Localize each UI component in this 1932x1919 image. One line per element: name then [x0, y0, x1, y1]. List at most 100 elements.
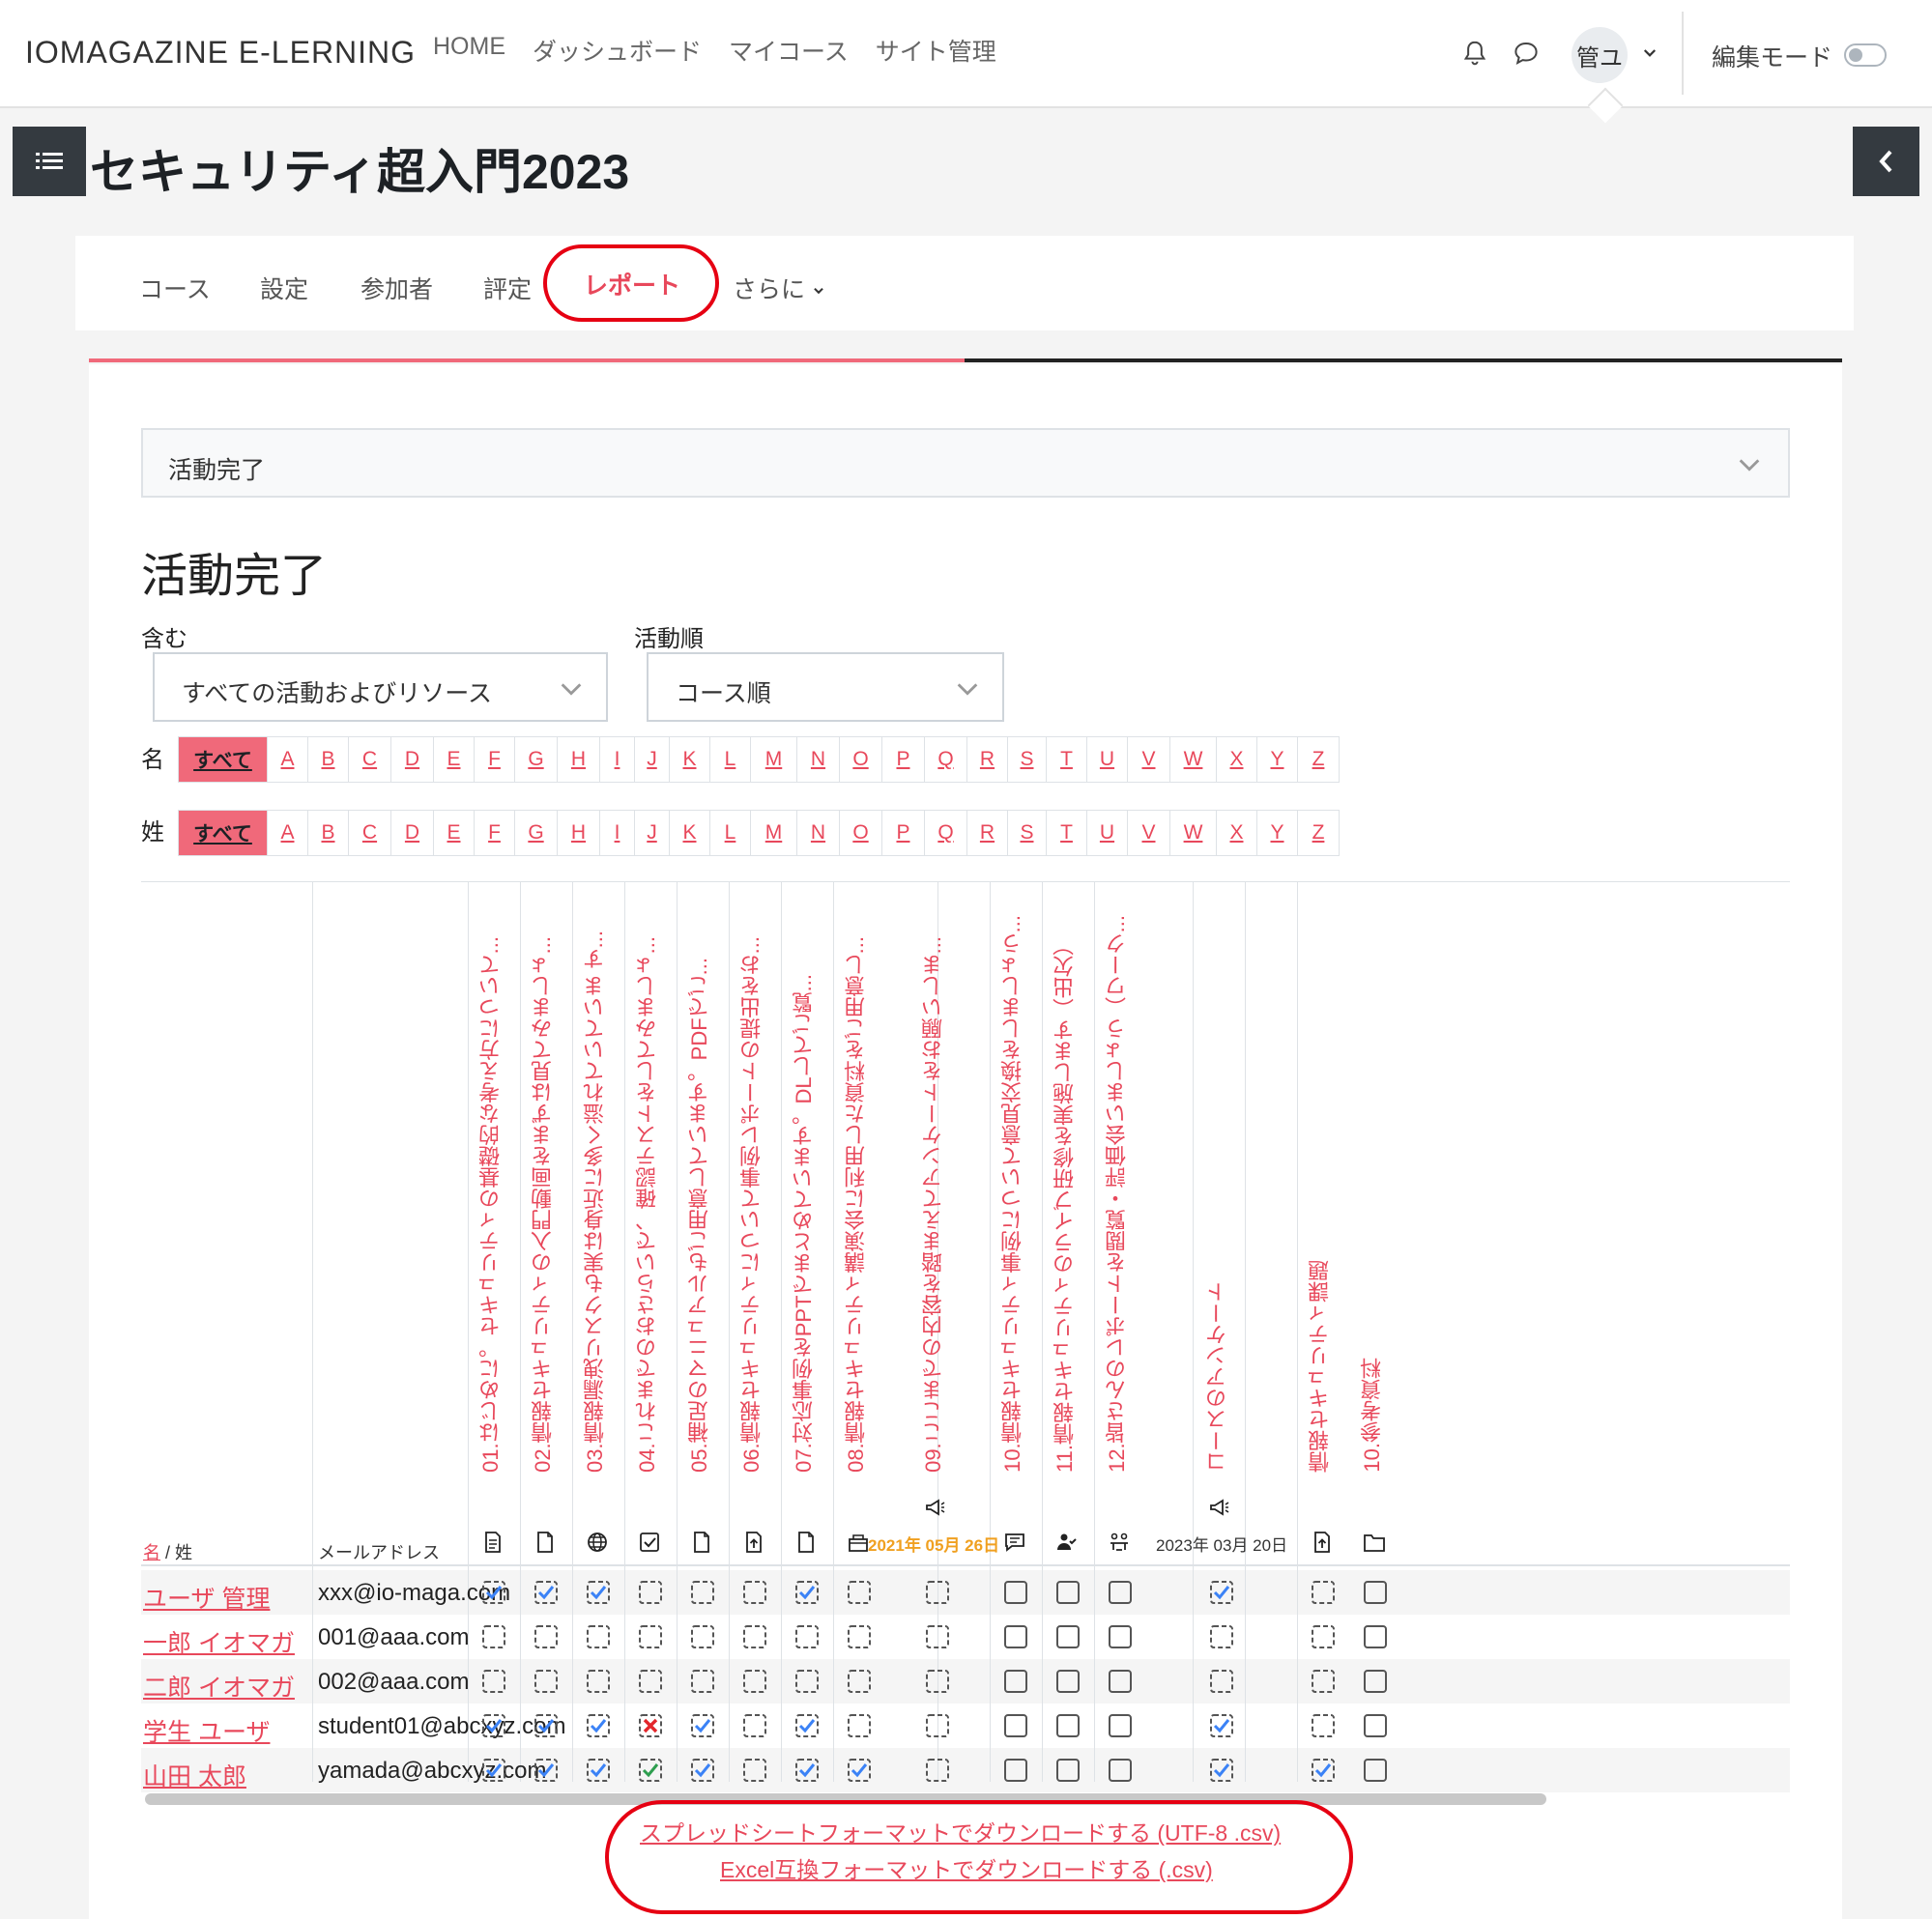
user-avatar[interactable]: 管ユ	[1572, 27, 1628, 83]
bell-icon[interactable]	[1460, 39, 1489, 68]
initial-f[interactable]: F	[475, 737, 515, 782]
initial-a[interactable]: A	[268, 737, 308, 782]
incomplete-checkbox-icon[interactable]	[1363, 1624, 1388, 1649]
initial-u[interactable]: U	[1087, 737, 1128, 782]
incomplete-checkbox-icon[interactable]	[1108, 1624, 1133, 1649]
user-name-link[interactable]: 学生 ユーザ	[143, 1713, 270, 1748]
initial-o[interactable]: O	[840, 737, 882, 782]
initial-x[interactable]: X	[1217, 811, 1257, 855]
activity-title-link[interactable]: 03.情報漏洩リスクも実は身近に多く溢れていていま す...	[580, 931, 611, 1473]
incomplete-checkbox-icon[interactable]	[1108, 1758, 1133, 1783]
activity-title-link[interactable]: 06.情報セキュリティについて事例レポートの提出をお...	[736, 936, 767, 1473]
initial-c[interactable]: C	[349, 811, 391, 855]
incomplete-checkbox-icon[interactable]	[1003, 1624, 1028, 1649]
initial-k[interactable]: K	[670, 811, 710, 855]
incomplete-checkbox-icon[interactable]	[1108, 1580, 1133, 1605]
activity-title-link[interactable]: 11.情報セキュリティのライブ研修を実施します（出欠）	[1050, 934, 1081, 1473]
initial-y[interactable]: Y	[1257, 811, 1298, 855]
sort-first-name-link[interactable]: 名	[143, 1543, 160, 1562]
nav-dashboard[interactable]: ダッシュボード	[533, 33, 702, 68]
activity-title-link[interactable]: 05.補足のマニュアルもご用意しています。PDFでご...	[684, 958, 715, 1473]
initial-x[interactable]: X	[1217, 737, 1257, 782]
initial-w[interactable]: W	[1170, 811, 1217, 855]
user-name-link[interactable]: 山田 太郎	[143, 1758, 246, 1792]
initial-k[interactable]: K	[670, 737, 710, 782]
nav-my-courses[interactable]: マイコース	[729, 33, 849, 68]
activity-title-link[interactable]: 情報セキュリティ課題	[1305, 1260, 1336, 1473]
activity-title-link[interactable]: 08.情報セキュリティ講演会に利用した資料をご用意し...	[841, 936, 872, 1473]
initial-e[interactable]: E	[434, 737, 475, 782]
initial-q[interactable]: Q	[925, 811, 967, 855]
activity-title-link[interactable]: 04.これまでのおさらいで、確認テストをしてみましょ...	[632, 936, 663, 1473]
user-name-link[interactable]: 二郎 イオマガ	[143, 1669, 295, 1704]
initial-r[interactable]: R	[967, 811, 1008, 855]
initial-m[interactable]: M	[751, 811, 797, 855]
initial-all[interactable]: すべて	[179, 811, 268, 855]
user-name-link[interactable]: ユーザ 管理	[143, 1580, 270, 1615]
incomplete-checkbox-icon[interactable]	[1363, 1580, 1388, 1605]
order-select[interactable]: コース順	[647, 652, 1004, 722]
tab-course[interactable]: コース	[139, 271, 211, 305]
initial-m[interactable]: M	[751, 737, 797, 782]
initial-y[interactable]: Y	[1257, 737, 1298, 782]
initial-l[interactable]: L	[710, 811, 751, 855]
activity-title-link[interactable]: コースのアンケート	[1202, 1281, 1233, 1473]
activity-title-link[interactable]: 12.皆さんのレポートを閲覧・評価会いましょう（ワーク...	[1102, 915, 1133, 1473]
initial-z[interactable]: Z	[1298, 737, 1339, 782]
nav-site-admin[interactable]: サイト管理	[876, 33, 996, 68]
incomplete-checkbox-icon[interactable]	[1363, 1713, 1388, 1738]
initial-d[interactable]: D	[391, 811, 434, 855]
user-name-link[interactable]: 一郎 イオマガ	[143, 1624, 295, 1659]
chat-bubble-icon[interactable]	[1512, 39, 1541, 68]
include-select[interactable]: すべての活動およびリソース	[153, 652, 608, 722]
initial-v[interactable]: V	[1128, 811, 1170, 855]
activity-title-link[interactable]: 01.はじめに。セキュリティの基礎的な考え方について...	[476, 936, 506, 1473]
activity-title-link[interactable]: 10.参考資料	[1357, 1358, 1388, 1473]
edit-mode-toggle[interactable]	[1844, 43, 1887, 67]
initial-w[interactable]: W	[1170, 737, 1217, 782]
incomplete-checkbox-icon[interactable]	[1003, 1580, 1028, 1605]
initial-all[interactable]: すべて	[179, 737, 268, 782]
initial-j[interactable]: J	[635, 811, 670, 855]
initial-g[interactable]: G	[515, 811, 558, 855]
tab-participants[interactable]: 参加者	[360, 271, 433, 305]
initial-h[interactable]: H	[558, 811, 600, 855]
initial-f[interactable]: F	[475, 811, 515, 855]
initial-j[interactable]: J	[635, 737, 670, 782]
report-type-select[interactable]: 活動完了	[141, 428, 1790, 498]
tab-more[interactable]: さらに	[733, 271, 825, 305]
incomplete-checkbox-icon[interactable]	[1363, 1758, 1388, 1783]
nav-home[interactable]: HOME	[433, 33, 505, 68]
incomplete-checkbox-icon[interactable]	[1108, 1669, 1133, 1694]
tab-grades[interactable]: 評定	[483, 271, 532, 305]
incomplete-checkbox-icon[interactable]	[1055, 1713, 1081, 1738]
initial-r[interactable]: R	[967, 737, 1008, 782]
initial-d[interactable]: D	[391, 737, 434, 782]
incomplete-checkbox-icon[interactable]	[1003, 1669, 1028, 1694]
initial-p[interactable]: P	[882, 737, 925, 782]
tab-settings[interactable]: 設定	[260, 271, 308, 305]
initial-z[interactable]: Z	[1298, 811, 1339, 855]
incomplete-checkbox-icon[interactable]	[1108, 1713, 1133, 1738]
chevron-down-icon[interactable]	[1641, 44, 1658, 62]
initial-l[interactable]: L	[710, 737, 751, 782]
site-brand[interactable]: IOMAGAZINE E-LERNING	[25, 35, 416, 71]
initial-c[interactable]: C	[349, 737, 391, 782]
block-drawer-button[interactable]	[1853, 127, 1919, 196]
initial-u[interactable]: U	[1087, 811, 1128, 855]
initial-p[interactable]: P	[882, 811, 925, 855]
initial-s[interactable]: S	[1008, 737, 1047, 782]
initial-q[interactable]: Q	[925, 737, 967, 782]
initial-t[interactable]: T	[1047, 811, 1087, 855]
incomplete-checkbox-icon[interactable]	[1055, 1758, 1081, 1783]
activity-title-link[interactable]: 10.情報セキュリティ事例について意見交換をしましょう...	[997, 915, 1028, 1473]
initial-o[interactable]: O	[840, 811, 882, 855]
incomplete-checkbox-icon[interactable]	[1055, 1580, 1081, 1605]
incomplete-checkbox-icon[interactable]	[1055, 1669, 1081, 1694]
initial-n[interactable]: N	[797, 737, 840, 782]
activity-title-link[interactable]: 09.ここまでの内容を踏まえてアンケートをお願いしま...	[918, 936, 949, 1473]
initial-e[interactable]: E	[434, 811, 475, 855]
initial-s[interactable]: S	[1008, 811, 1047, 855]
incomplete-checkbox-icon[interactable]	[1055, 1624, 1081, 1649]
initial-i[interactable]: I	[600, 737, 635, 782]
